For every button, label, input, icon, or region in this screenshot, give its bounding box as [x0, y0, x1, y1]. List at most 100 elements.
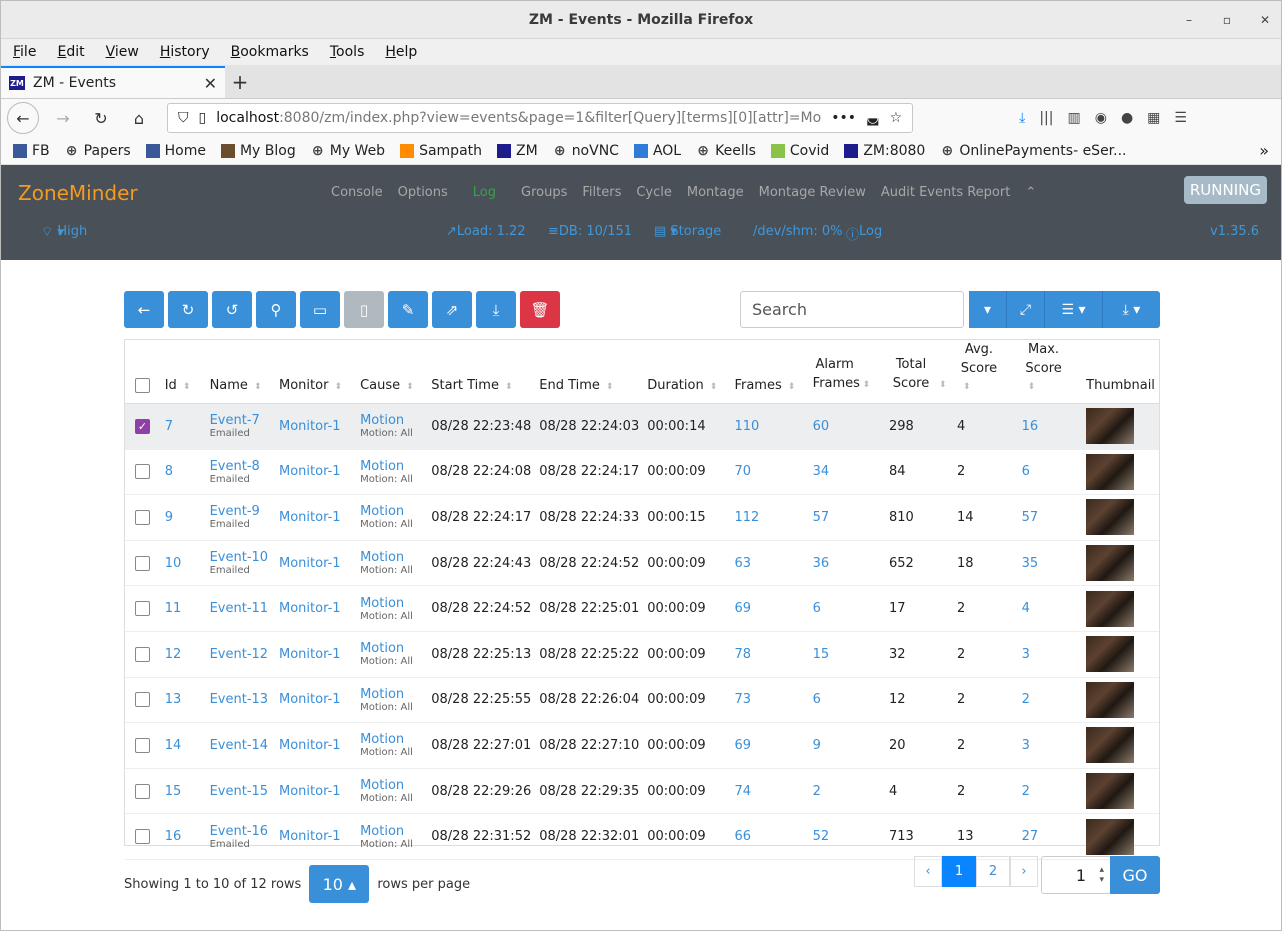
cell-monitor[interactable]: Monitor-1: [275, 631, 357, 678]
column-header-total-score[interactable]: Total Score ⬍: [885, 340, 953, 404]
forward-button[interactable]: →: [49, 104, 77, 132]
menu-view[interactable]: View: [106, 44, 139, 60]
cell-id[interactable]: 9: [160, 494, 206, 541]
more-icon[interactable]: •••: [831, 110, 856, 126]
zm-nav-audit-events-report[interactable]: Audit Events Report: [881, 185, 1010, 200]
cell-alarm-frames[interactable]: 6: [808, 585, 886, 632]
event-name-link[interactable]: Event-7: [210, 413, 271, 428]
event-thumbnail[interactable]: [1086, 453, 1135, 490]
cell-name[interactable]: Event-15: [205, 768, 276, 815]
cell-cause[interactable]: Motion Motion: All: [356, 677, 428, 724]
cell-monitor[interactable]: Monitor-1: [275, 677, 357, 724]
maximize-icon[interactable]: ▫: [1221, 13, 1233, 27]
event-name-link[interactable]: Event-16: [210, 824, 271, 839]
cell-frames[interactable]: 69: [730, 585, 809, 632]
cell-id[interactable]: 16: [160, 813, 206, 860]
cell-name[interactable]: Event-12: [205, 631, 276, 678]
event-thumbnail[interactable]: [1086, 636, 1135, 673]
column-header-end-time[interactable]: End Time ⬍: [535, 340, 644, 404]
library-icon[interactable]: |||: [1039, 110, 1053, 126]
shield-icon[interactable]: ⛉: [178, 110, 189, 126]
cell-max-score[interactable]: 16: [1017, 403, 1083, 450]
column-header-alarm-frames[interactable]: Alarm Frames ⬍: [808, 340, 886, 404]
cell-monitor[interactable]: Monitor-1: [275, 813, 357, 860]
export-dropdown[interactable]: ⤓ ▾: [1103, 291, 1160, 328]
search-input[interactable]: Search: [740, 291, 964, 328]
cell-max-score[interactable]: 2: [1017, 677, 1083, 724]
cause-link[interactable]: Motion: [360, 687, 423, 702]
export-button[interactable]: ⇗: [432, 291, 472, 328]
edit-button[interactable]: ✎: [388, 291, 428, 328]
row-checkbox[interactable]: [135, 555, 150, 571]
event-thumbnail[interactable]: [1086, 590, 1135, 627]
zm-nav-cycle[interactable]: Cycle: [636, 185, 672, 200]
row-checkbox[interactable]: [135, 737, 150, 753]
cause-link[interactable]: Motion: [360, 504, 423, 519]
cell-name[interactable]: Event-13: [205, 677, 276, 724]
extension-icon[interactable]: ●: [1121, 110, 1133, 126]
event-thumbnail[interactable]: [1086, 681, 1135, 718]
page-button-1[interactable]: 1: [942, 856, 976, 887]
table-row[interactable]: 13 Event-13 Monitor-1 Motion Motion: All 08/2…: [125, 677, 1159, 724]
row-checkbox[interactable]: [135, 783, 150, 799]
event-name-link[interactable]: Event-11: [210, 601, 271, 616]
bandwidth-dropdown[interactable]: ⌔ High ▾: [41, 224, 87, 240]
cell-name[interactable]: Event-9 Emailed: [205, 494, 276, 541]
menu-help[interactable]: Help: [385, 44, 417, 60]
cell-alarm-frames[interactable]: 15: [808, 631, 886, 678]
menu-bookmarks[interactable]: Bookmarks: [231, 44, 309, 60]
zm-nav-console[interactable]: Console: [331, 185, 383, 200]
menu-tools[interactable]: Tools: [330, 44, 365, 60]
columns-dropdown[interactable]: ☰ ▾: [1045, 291, 1103, 328]
cell-alarm-frames[interactable]: 60: [808, 403, 886, 450]
table-row[interactable]: 14 Event-14 Monitor-1 Motion Motion: All 08/2…: [125, 722, 1159, 769]
cause-link[interactable]: Motion: [360, 596, 423, 611]
account-icon[interactable]: ◉: [1095, 110, 1107, 126]
tab-close-icon[interactable]: ✕: [204, 74, 217, 93]
bookmark-item[interactable]: ZM: [497, 143, 538, 159]
cell-cause[interactable]: Motion Motion: All: [356, 403, 428, 450]
download-button[interactable]: ⤓: [476, 291, 516, 328]
row-checkbox[interactable]: [135, 601, 150, 617]
event-thumbnail[interactable]: [1086, 727, 1135, 764]
sidebar-icon[interactable]: ▥: [1067, 110, 1080, 126]
cell-frames[interactable]: 112: [730, 494, 809, 541]
cell-monitor[interactable]: Monitor-1: [275, 768, 357, 815]
column-header-cause[interactable]: Cause ⬍: [356, 340, 428, 404]
cell-frames[interactable]: 70: [730, 449, 809, 496]
row-checkbox[interactable]: [135, 509, 150, 525]
cell-id[interactable]: 14: [160, 722, 206, 769]
cell-cause[interactable]: Motion Motion: All: [356, 449, 428, 496]
event-name-link[interactable]: Event-10: [210, 550, 271, 565]
column-header-avg-score[interactable]: Avg. Score ⬍: [952, 340, 1018, 404]
event-name-link[interactable]: Event-9: [210, 504, 271, 519]
cell-max-score[interactable]: 57: [1017, 494, 1083, 541]
zm-nav-log[interactable]: Log: [473, 185, 496, 200]
url-bar[interactable]: ⛉ ▯ localhost:8080/zm/index.php?view=eve…: [167, 103, 914, 133]
column-header-id[interactable]: Id ⬍: [160, 340, 206, 404]
row-checkbox[interactable]: [135, 829, 150, 845]
reload-button[interactable]: ↻: [87, 104, 115, 132]
next-page-button[interactable]: ›: [1010, 856, 1038, 887]
row-checkbox[interactable]: [135, 692, 150, 708]
event-thumbnail[interactable]: [1086, 773, 1135, 810]
close-icon[interactable]: ✕: [1259, 13, 1271, 27]
cell-name[interactable]: Event-10 Emailed: [205, 540, 276, 587]
event-thumbnail[interactable]: [1086, 408, 1135, 445]
table-row[interactable]: 8 Event-8 Emailed Monitor-1 Motion Motion: Al…: [125, 449, 1159, 496]
bookmark-item[interactable]: Sampath: [400, 143, 482, 159]
home-button[interactable]: ⌂: [125, 104, 153, 132]
event-name-link[interactable]: Event-13: [210, 692, 271, 707]
zm-nav-filters[interactable]: Filters: [582, 185, 621, 200]
hamburger-menu-icon[interactable]: ☰: [1174, 110, 1187, 126]
refresh-button[interactable]: ↻: [168, 291, 208, 328]
cause-link[interactable]: Motion: [360, 459, 423, 474]
table-row[interactable]: ✓ 7 Event-7 Emailed Monitor-1 Motion Motion: A…: [125, 403, 1159, 450]
cell-alarm-frames[interactable]: 34: [808, 449, 886, 496]
cell-cause[interactable]: Motion Motion: All: [356, 585, 428, 632]
cell-max-score[interactable]: 3: [1017, 631, 1083, 678]
toggle-button[interactable]: ▾: [969, 291, 1007, 328]
cell-id[interactable]: 13: [160, 677, 206, 724]
tab-zm-events[interactable]: ZM ZM - Events ✕: [1, 66, 225, 98]
cell-max-score[interactable]: 2: [1017, 768, 1083, 815]
